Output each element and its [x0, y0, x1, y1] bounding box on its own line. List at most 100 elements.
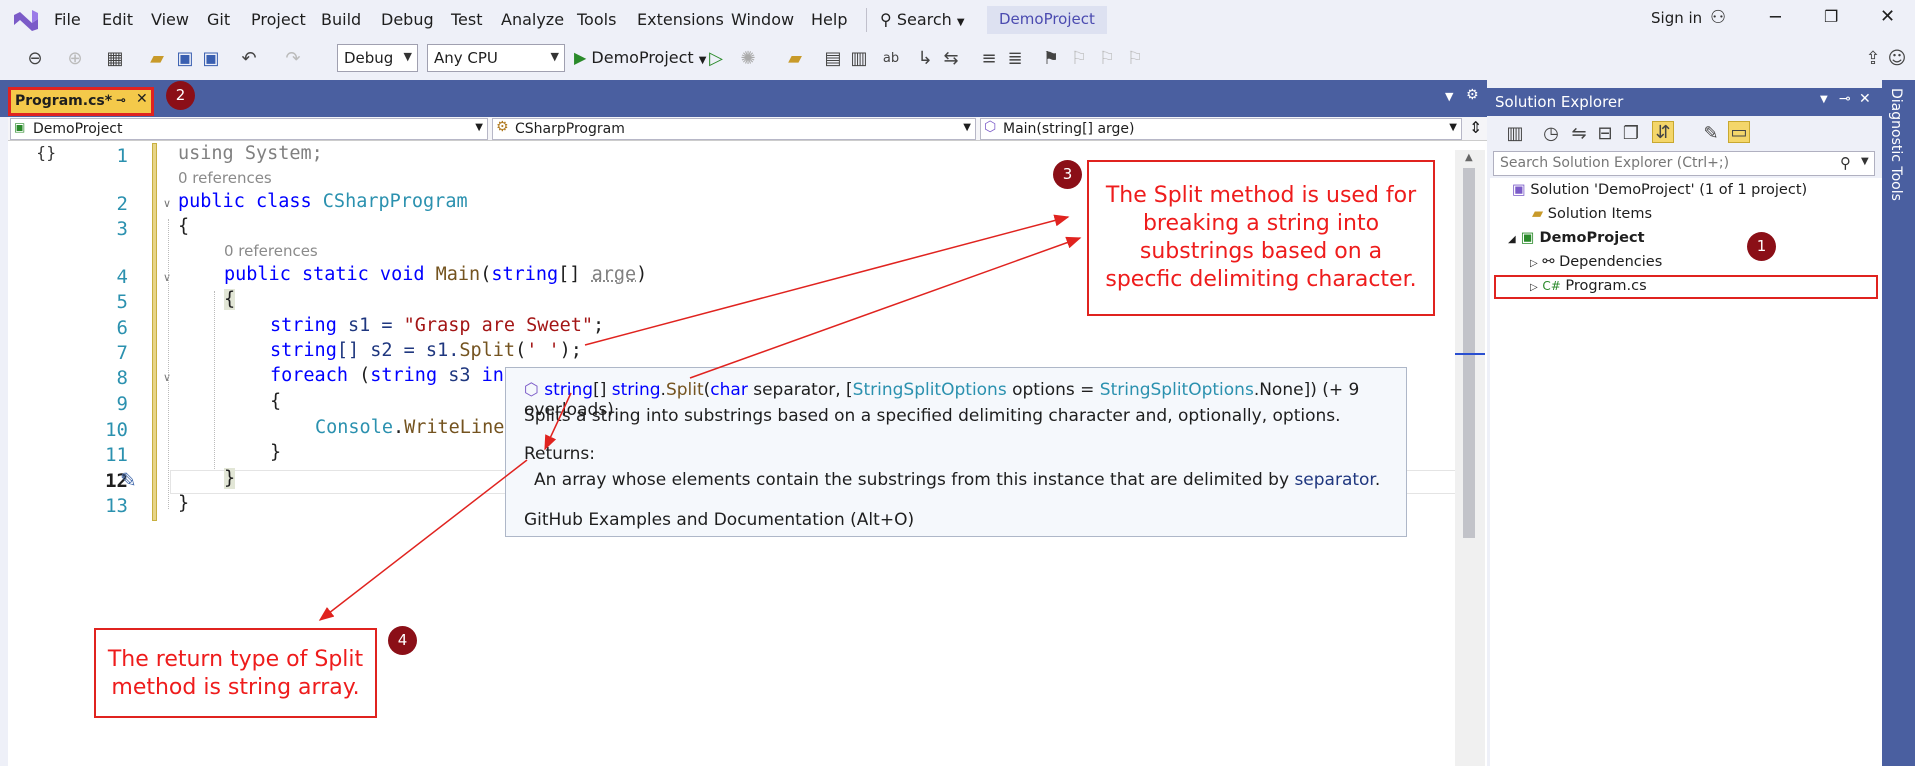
- account-icon[interactable]: ⚇: [1710, 7, 1726, 28]
- minimize-icon[interactable]: ─: [1770, 7, 1781, 28]
- chevron-down-icon[interactable]: ▼: [1861, 156, 1869, 167]
- switch-views-icon[interactable]: ▥: [1504, 123, 1526, 145]
- new-project-icon[interactable]: ▦: [104, 48, 126, 70]
- menu-debug[interactable]: Debug: [381, 10, 434, 29]
- run-target-label: DemoProject: [591, 48, 694, 67]
- step-icon[interactable]: ↳: [914, 48, 936, 70]
- forward-icon[interactable]: ⊕: [64, 48, 86, 70]
- tree-item-solution[interactable]: ▣ Solution 'DemoProject' (1 of 1 project…: [1512, 182, 1807, 198]
- code-line-7: string[] s2 = s1.Split(' ');: [270, 340, 582, 361]
- settings-gear-icon[interactable]: ⚙: [1466, 87, 1479, 103]
- undo-icon[interactable]: ↶: [238, 48, 260, 70]
- tab-list-icon[interactable]: ▼: [1445, 90, 1453, 103]
- menu-project[interactable]: Project: [251, 10, 306, 29]
- structure-guide: [168, 219, 169, 509]
- collapse-all-icon[interactable]: ⊟: [1594, 123, 1616, 145]
- annotation-badge-2: 2: [166, 81, 195, 110]
- solution-explorer-search[interactable]: Search Solution Explorer (Ctrl+;) ⚲ ▼: [1493, 151, 1875, 176]
- visual-studio-logo[interactable]: [12, 7, 40, 33]
- split-editor-icon[interactable]: ⇕: [1469, 118, 1482, 137]
- method-icon: ⬡: [984, 119, 997, 135]
- menu-edit[interactable]: Edit: [102, 10, 133, 29]
- class-dropdown[interactable]: ⚙ CSharpProgram ▼: [492, 118, 976, 140]
- preview-selected-icon[interactable]: ⇵: [1652, 121, 1674, 143]
- codelens-references[interactable]: 0 references: [224, 242, 318, 260]
- next-bookmark-icon[interactable]: ⚐: [1096, 48, 1118, 70]
- platform-select[interactable]: Any CPU ▼: [427, 44, 565, 72]
- layout-icon[interactable]: ▤: [822, 48, 844, 70]
- clear-bookmarks-icon[interactable]: ⚐: [1124, 48, 1146, 70]
- search-placeholder: Search Solution Explorer (Ctrl+;): [1500, 155, 1730, 171]
- tab-program-cs[interactable]: Program.cs* ⊸ ✕: [8, 87, 154, 116]
- documentation-link[interactable]: GitHub Examples and Documentation (Alt+O…: [524, 510, 914, 530]
- solution-folder-icon[interactable]: ▰: [784, 48, 806, 70]
- pin-icon[interactable]: ⊸: [116, 93, 126, 107]
- menu-git[interactable]: Git: [207, 10, 230, 29]
- start-without-debugging-icon[interactable]: ▷: [705, 48, 727, 70]
- open-folder-icon[interactable]: ▰: [146, 48, 168, 70]
- scroll-up-icon[interactable]: ▲: [1465, 152, 1473, 163]
- pin-icon[interactable]: ⊸: [1839, 91, 1851, 107]
- tree-item-program-cs[interactable]: ▷ C# Program.cs: [1530, 278, 1647, 294]
- preview-icon[interactable]: ▭: [1728, 121, 1750, 143]
- chevron-down-icon: ▼: [475, 122, 483, 133]
- close-panel-icon[interactable]: ✕: [1859, 91, 1871, 107]
- menu-window[interactable]: Window: [731, 10, 794, 29]
- project-dropdown[interactable]: ▣ DemoProject ▼: [10, 118, 488, 140]
- tree-item-dependencies[interactable]: ▷ ⚯ Dependencies: [1530, 254, 1662, 270]
- annotation-callout-split: The Split method is used for breaking a …: [1087, 160, 1435, 316]
- search-icon[interactable]: ⚲: [1840, 154, 1851, 172]
- menu-extensions[interactable]: Extensions: [637, 10, 724, 29]
- compare-icon[interactable]: ⇆: [940, 48, 962, 70]
- restore-icon[interactable]: ❐: [1824, 7, 1838, 26]
- bookmark-icon[interactable]: ⚑: [1040, 48, 1062, 70]
- search-button[interactable]: ⚲ Search ▼: [880, 10, 965, 29]
- editor-vertical-scrollbar[interactable]: ▲: [1455, 150, 1485, 766]
- prev-bookmark-icon[interactable]: ⚐: [1068, 48, 1090, 70]
- search-label: Search: [896, 10, 952, 29]
- structure-guide: [214, 291, 215, 471]
- csharp-project-icon: ▣: [14, 120, 26, 134]
- code-line-1: using System;: [178, 143, 323, 164]
- codelens-references[interactable]: 0 references: [178, 169, 272, 187]
- properties-wrench-icon[interactable]: ✎: [1700, 123, 1722, 145]
- project-dropdown-value: DemoProject: [33, 121, 123, 137]
- menu-tools[interactable]: Tools: [577, 10, 616, 29]
- browse-icon[interactable]: ▥: [848, 48, 870, 70]
- menu-file[interactable]: File: [54, 10, 81, 29]
- menu-view[interactable]: View: [151, 10, 189, 29]
- live-share-icon[interactable]: ⇪: [1862, 48, 1884, 70]
- menu-divider: [866, 8, 867, 32]
- menu-build[interactable]: Build: [321, 10, 361, 29]
- menu-analyze[interactable]: Analyze: [501, 10, 564, 29]
- show-all-files-icon[interactable]: ❐: [1620, 123, 1642, 145]
- spell-check-icon[interactable]: ab: [880, 48, 902, 70]
- sync-icon[interactable]: ⇋: [1568, 123, 1590, 145]
- sign-in-link[interactable]: Sign in: [1651, 9, 1702, 27]
- member-dropdown[interactable]: ⬡ Main(string[] arge) ▼: [980, 118, 1462, 140]
- redo-icon[interactable]: ↷: [282, 48, 304, 70]
- tree-item-project[interactable]: ◢ ▣ DemoProject: [1508, 230, 1645, 246]
- save-all-icon[interactable]: ▣: [200, 48, 222, 70]
- indent-icon[interactable]: ≡: [978, 48, 1000, 70]
- tree-item-solution-items[interactable]: ▰ Solution Items: [1532, 206, 1652, 222]
- save-icon[interactable]: ▣: [174, 48, 196, 70]
- menu-help[interactable]: Help: [811, 10, 847, 29]
- solution-explorer-titlebar: Solution Explorer ▼ ⊸ ✕: [1487, 88, 1882, 116]
- quick-actions-icon[interactable]: ✎: [120, 468, 137, 492]
- close-tab-icon[interactable]: ✕: [136, 91, 148, 107]
- tree-item-label: Solution Items: [1547, 206, 1653, 222]
- start-debugging-button[interactable]: ▶ DemoProject ▼: [574, 48, 706, 67]
- back-icon[interactable]: ⊖: [24, 48, 46, 70]
- window-menu-icon[interactable]: ▼: [1820, 94, 1828, 105]
- close-window-icon[interactable]: ✕: [1880, 6, 1895, 27]
- feedback-icon[interactable]: ☺: [1886, 48, 1908, 70]
- diagnostic-tools-tab[interactable]: Diagnostic Tools: [1882, 80, 1915, 766]
- menu-test[interactable]: Test: [451, 10, 483, 29]
- hot-reload-icon[interactable]: ✺: [737, 48, 759, 70]
- configuration-select[interactable]: Debug ▼: [337, 44, 418, 72]
- outdent-icon[interactable]: ≣: [1004, 48, 1026, 70]
- pending-changes-icon[interactable]: ◷: [1540, 123, 1562, 145]
- fold-icon[interactable]: ∨: [163, 197, 171, 210]
- line-number: 2: [116, 193, 128, 215]
